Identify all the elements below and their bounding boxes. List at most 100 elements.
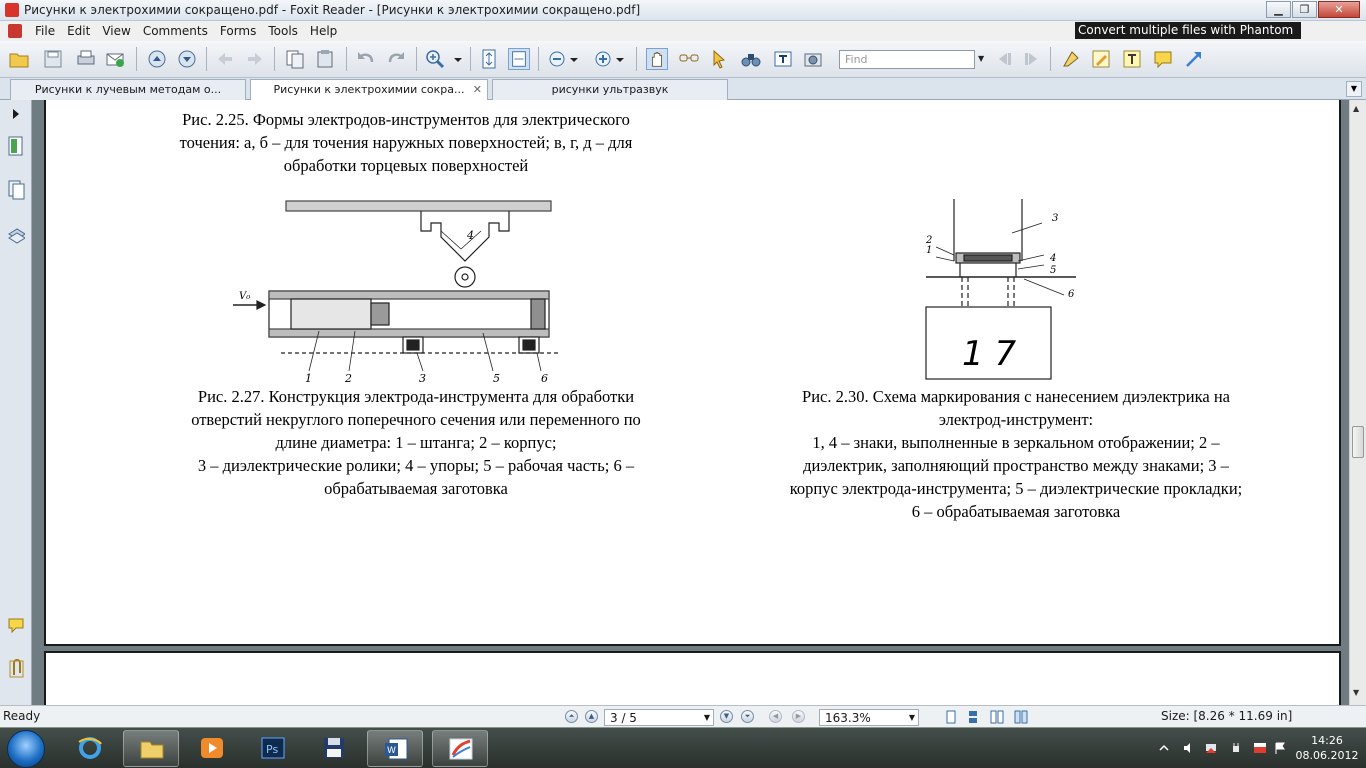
single-page-view-icon[interactable] xyxy=(944,710,958,724)
typewriter-icon[interactable] xyxy=(772,48,794,70)
find-next-icon[interactable] xyxy=(1020,48,1042,70)
close-button[interactable]: ✕ xyxy=(1318,1,1360,18)
restore-button[interactable]: ❐ xyxy=(1292,1,1317,18)
back-arrow-icon[interactable] xyxy=(214,48,236,70)
tab-close-icon[interactable]: ✕ xyxy=(473,80,482,99)
open-folder-icon[interactable] xyxy=(8,48,30,70)
tab-radiation-methods[interactable]: Рисунки к лучевым методам о... xyxy=(10,79,246,100)
taskbar-foxit-reader[interactable] xyxy=(432,730,488,767)
page-number-field[interactable]: 3 / 5 ▼ xyxy=(604,709,714,726)
zoom-in-icon[interactable] xyxy=(424,48,446,70)
prev-page-icon[interactable]: ▲ xyxy=(585,710,598,723)
scroll-up-icon[interactable]: ▲ xyxy=(1353,104,1359,113)
security-flag-icon[interactable] xyxy=(1274,742,1286,754)
select-text-icon[interactable] xyxy=(678,48,700,70)
zoom-level-dropdown-icon[interactable]: ▼ xyxy=(909,713,915,722)
tab-label: рисунки ультразвук xyxy=(551,83,669,96)
system-clock[interactable]: 14:26 08.06.2012 xyxy=(1294,733,1360,763)
taskbar-internet-explorer[interactable] xyxy=(62,730,118,767)
next-page-status-icon[interactable]: ▼ xyxy=(720,710,733,723)
menu-help[interactable]: Help xyxy=(304,23,343,39)
scroll-down-icon[interactable]: ▼ xyxy=(1353,688,1359,697)
taskbar-word[interactable]: W xyxy=(367,730,423,767)
language-flag-icon[interactable] xyxy=(1254,742,1266,754)
continuous-view-icon[interactable] xyxy=(966,710,980,724)
first-page-icon[interactable]: ⏶ xyxy=(565,710,578,723)
last-page-icon[interactable]: ⏷ xyxy=(741,710,754,723)
menu-file[interactable]: File xyxy=(29,23,61,39)
power-plug-icon[interactable] xyxy=(1230,742,1242,754)
tab-electrochemistry[interactable]: Рисунки к электрохимии сокра... ✕ xyxy=(250,79,488,100)
zoom-out-icon[interactable] xyxy=(546,48,568,70)
taskbar-media-player[interactable] xyxy=(184,730,240,767)
bookmarks-panel-icon[interactable] xyxy=(8,136,25,156)
tab-ultrasound[interactable]: рисунки ультразвук xyxy=(492,79,728,100)
show-hidden-icons-icon[interactable] xyxy=(1158,742,1170,754)
network-warning-icon[interactable] xyxy=(1205,742,1217,754)
scrollbar-thumb[interactable] xyxy=(1352,426,1364,458)
panel-arrow-icon[interactable] xyxy=(8,104,25,124)
vertical-scrollbar[interactable]: ▲ ▼ xyxy=(1349,100,1366,705)
email-icon[interactable] xyxy=(104,48,126,70)
minimize-button[interactable]: ▁ xyxy=(1266,1,1291,18)
arrow-tool-icon[interactable] xyxy=(1183,48,1205,70)
taskbar-explorer[interactable] xyxy=(123,730,179,767)
paste-pages-icon[interactable] xyxy=(314,48,336,70)
stamp-tool-icon[interactable] xyxy=(1060,48,1082,70)
menu-view[interactable]: View xyxy=(96,23,136,39)
previous-page-icon[interactable] xyxy=(146,48,168,70)
layers-panel-icon[interactable] xyxy=(8,224,25,244)
fit-width-icon[interactable] xyxy=(508,48,530,70)
continuous-facing-view-icon[interactable] xyxy=(1014,710,1028,724)
menu-comments[interactable]: Comments xyxy=(137,23,214,39)
back-view-icon[interactable]: ◀ xyxy=(769,710,782,723)
snapshot-icon[interactable] xyxy=(802,48,824,70)
start-button[interactable] xyxy=(7,730,45,768)
zoom-plus-icon[interactable] xyxy=(592,48,614,70)
document-menu-icon[interactable] xyxy=(8,24,22,38)
zoom-out-dropdown-icon[interactable] xyxy=(568,48,580,70)
fit-page-icon[interactable] xyxy=(478,48,500,70)
binoculars-icon[interactable] xyxy=(740,48,762,70)
print-icon[interactable] xyxy=(75,48,97,70)
tab-list-dropdown-icon[interactable]: ▼ xyxy=(1346,81,1362,97)
floppy-icon xyxy=(324,738,344,758)
comments-panel-icon[interactable] xyxy=(8,616,25,636)
facing-view-icon[interactable] xyxy=(990,710,1004,724)
menu-forms[interactable]: Forms xyxy=(214,23,262,39)
zoom-plus-dropdown-icon[interactable] xyxy=(614,48,626,70)
find-previous-icon[interactable] xyxy=(994,48,1016,70)
taskbar-floppy-app[interactable] xyxy=(306,730,362,767)
photoshop-icon: Ps xyxy=(261,737,285,759)
attachments-panel-icon[interactable] xyxy=(8,658,25,678)
menu-edit[interactable]: Edit xyxy=(61,23,96,39)
text-box-icon[interactable] xyxy=(1121,48,1143,70)
find-input[interactable]: Find xyxy=(839,50,975,69)
document-view[interactable]: Рис. 2.25. Формы электродов-инструментов… xyxy=(32,100,1349,705)
find-options-icon[interactable]: ▼ xyxy=(978,54,984,63)
tab-label: Рисунки к электрохимии сокра... xyxy=(273,83,465,96)
redo-icon[interactable] xyxy=(385,48,407,70)
status-bar: Ready ⏶ ▲ 3 / 5 ▼ ▼ ⏷ ◀ ▶ 163.3% ▼ Size:… xyxy=(0,705,1366,727)
zoom-dropdown-icon[interactable] xyxy=(452,48,464,70)
forward-view-icon[interactable]: ▶ xyxy=(792,710,805,723)
forward-arrow-icon[interactable] xyxy=(244,48,266,70)
page-dropdown-icon[interactable]: ▼ xyxy=(704,713,710,722)
copy-pages-icon[interactable] xyxy=(284,48,306,70)
next-page-icon[interactable] xyxy=(176,48,198,70)
pencil-tool-icon[interactable] xyxy=(1090,48,1112,70)
word-icon: W xyxy=(385,738,408,760)
hand-tool-icon[interactable] xyxy=(646,48,668,70)
pages-panel-icon[interactable] xyxy=(8,180,25,200)
save-icon[interactable] xyxy=(42,48,64,70)
velocity-label: V₀ xyxy=(239,291,250,302)
volume-icon[interactable] xyxy=(1183,742,1195,754)
note-tool-icon[interactable] xyxy=(1152,48,1174,70)
foxit-app-icon[interactable] xyxy=(5,3,19,17)
pointer-icon[interactable] xyxy=(708,48,730,70)
menu-tools[interactable]: Tools xyxy=(262,23,304,39)
taskbar-photoshop[interactable]: Ps xyxy=(245,730,301,767)
phantom-promo-banner[interactable]: Convert multiple files with Phantom xyxy=(1075,22,1301,39)
zoom-level-field[interactable]: 163.3% ▼ xyxy=(819,709,919,726)
undo-icon[interactable] xyxy=(355,48,377,70)
